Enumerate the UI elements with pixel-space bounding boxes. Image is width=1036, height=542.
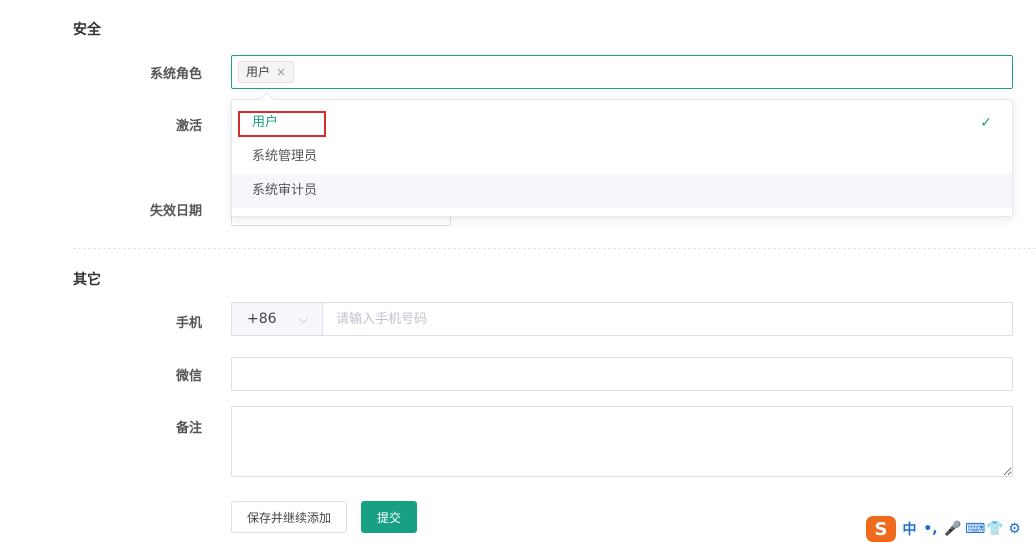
remark-label: 备注 bbox=[175, 421, 202, 436]
ime-toolbar: S 中 •, 🎤 ⌨ 👕 ⚙ bbox=[866, 516, 1036, 542]
phone-input-group: +86 ⌵ bbox=[231, 302, 1013, 336]
country-code-select[interactable]: +86 ⌵ bbox=[232, 303, 323, 335]
ime-punctuation-icon[interactable]: •, bbox=[923, 521, 938, 537]
submit-button[interactable]: 提交 bbox=[361, 501, 417, 533]
keyboard-icon[interactable]: ⌨ bbox=[965, 521, 985, 537]
role-dropdown: 用户 ✓ 系统管理员 系统审计员 bbox=[231, 91, 1013, 217]
settings-icon[interactable]: ⚙ bbox=[1007, 521, 1022, 537]
wechat-label: 微信 bbox=[175, 369, 202, 384]
role-tag-label: 用户 bbox=[246, 65, 271, 79]
ime-chinese-mode[interactable]: 中 bbox=[902, 519, 917, 539]
section-divider bbox=[73, 248, 1036, 249]
section-title-other: 其它 bbox=[73, 272, 101, 288]
chevron-down-icon: ⌵ bbox=[298, 312, 308, 326]
dropdown-option-auditor[interactable]: 系统审计员 bbox=[232, 174, 1012, 208]
section-title-security: 安全 bbox=[73, 22, 101, 38]
skin-shirt-icon[interactable]: 👕 bbox=[986, 521, 1003, 537]
role-select[interactable]: 用户 × bbox=[231, 55, 1013, 89]
remark-textarea[interactable] bbox=[231, 406, 1013, 477]
phone-label: 手机 bbox=[175, 316, 202, 331]
wechat-input[interactable] bbox=[231, 357, 1013, 391]
role-label: 系统角色 bbox=[149, 67, 202, 82]
phone-input[interactable] bbox=[323, 303, 1012, 335]
check-icon: ✓ bbox=[980, 115, 992, 131]
dropdown-option-label: 系统管理员 bbox=[252, 149, 318, 164]
close-icon[interactable]: × bbox=[276, 62, 286, 82]
dropdown-option-label: 系统审计员 bbox=[252, 183, 318, 198]
expiry-date-label: 失效日期 bbox=[149, 204, 202, 219]
role-tag: 用户 × bbox=[238, 61, 295, 83]
dropdown-option-user[interactable]: 用户 ✓ bbox=[232, 106, 1012, 140]
microphone-icon[interactable]: 🎤 bbox=[944, 521, 961, 537]
dropdown-option-label: 用户 bbox=[252, 115, 279, 130]
country-code-value: +86 bbox=[247, 311, 277, 327]
dropdown-option-sysadmin[interactable]: 系统管理员 bbox=[232, 140, 1012, 174]
dropdown-arrow bbox=[259, 91, 275, 107]
save-continue-button[interactable]: 保存并继续添加 bbox=[231, 501, 347, 533]
activate-label: 激活 bbox=[175, 119, 202, 134]
sogou-logo-icon[interactable]: S bbox=[866, 516, 896, 542]
